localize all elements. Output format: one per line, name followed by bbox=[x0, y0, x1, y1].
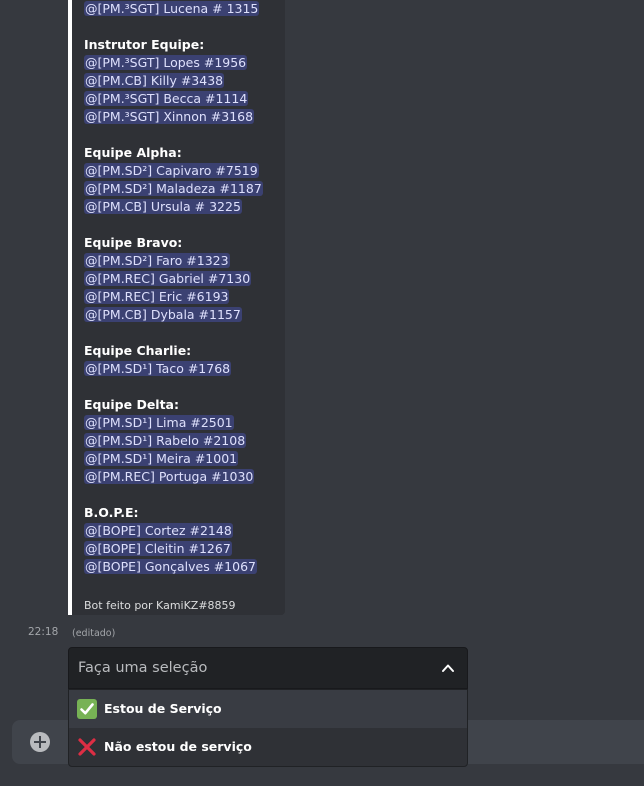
select-menu[interactable]: Faça uma seleção bbox=[68, 647, 468, 689]
embed-card: @[PM.³SGT] Lucena # 1315 Instrutor Equip… bbox=[68, 0, 285, 615]
member-line: @[PM.SD²] Capivaro #7519 bbox=[84, 162, 279, 180]
member-line: @[PM.³SGT] Lucena # 1315 bbox=[84, 0, 279, 18]
select-dropdown: Estou de Serviço Não estou de serviço bbox=[68, 689, 468, 767]
member-line: @[PM.CB] Dybala #1157 bbox=[84, 306, 279, 324]
option-label: Não estou de serviço bbox=[104, 739, 252, 754]
member-line: @[BOPE] Gonçalves #1067 bbox=[84, 558, 279, 576]
member-line: @[PM.SD¹] Rabelo #2108 bbox=[84, 432, 279, 450]
option-off-duty[interactable]: Não estou de serviço bbox=[69, 728, 467, 766]
member-line: @[BOPE] Cleitin #1267 bbox=[84, 540, 279, 558]
section-title: B.O.P.E: bbox=[84, 505, 139, 520]
user-mention[interactable]: @[BOPE] Cleitin #1267 bbox=[84, 541, 232, 556]
user-mention[interactable]: @[PM.SD²] Capivaro #7519 bbox=[84, 163, 259, 178]
member-line: @[PM.REC] Gabriel #7130 bbox=[84, 270, 279, 288]
member-line: @[PM.³SGT] Xinnon #3168 bbox=[84, 108, 279, 126]
user-mention[interactable]: @[PM.SD²] Faro #1323 bbox=[84, 253, 230, 268]
cross-mark-icon bbox=[78, 738, 96, 756]
embed-footer: Bot feito por KamiKZ#8859 bbox=[84, 599, 236, 612]
section-title: Equipe Delta: bbox=[84, 397, 179, 412]
check-mark-icon bbox=[77, 699, 97, 719]
member-line: @[PM.SD¹] Lima #2501 bbox=[84, 414, 279, 432]
option-on-duty[interactable]: Estou de Serviço bbox=[69, 690, 467, 728]
user-mention[interactable]: @[PM.³SGT] Lucena # 1315 bbox=[84, 1, 260, 16]
member-line: @[PM.SD¹] Meira #1001 bbox=[84, 450, 279, 468]
member-line: @[BOPE] Cortez #2148 bbox=[84, 522, 279, 540]
option-label: Estou de Serviço bbox=[104, 701, 222, 716]
member-line: @[PM.³SGT] Lopes #1956 bbox=[84, 54, 279, 72]
user-mention[interactable]: @[PM.³SGT] Becca #1114 bbox=[84, 91, 249, 106]
member-line: @[PM.CB] Ursula # 3225 bbox=[84, 198, 279, 216]
user-mention[interactable]: @[BOPE] Gonçalves #1067 bbox=[84, 559, 257, 574]
select-placeholder: Faça uma seleção bbox=[78, 660, 208, 676]
user-mention[interactable]: @[PM.CB] Killy #3438 bbox=[84, 73, 225, 88]
user-mention[interactable]: @[PM.REC] Portuga #1030 bbox=[84, 469, 255, 484]
member-line: @[PM.REC] Portuga #1030 bbox=[84, 468, 279, 486]
member-line: @[PM.SD²] Maladeza #1187 bbox=[84, 180, 279, 198]
user-mention[interactable]: @[PM.SD¹] Taco #1768 bbox=[84, 361, 232, 376]
section-title: Instrutor Equipe: bbox=[84, 37, 205, 52]
user-mention[interactable]: @[PM.³SGT] Xinnon #3168 bbox=[84, 109, 255, 124]
edited-label: (editado) bbox=[72, 628, 116, 639]
embed-body: @[PM.³SGT] Lucena # 1315 Instrutor Equip… bbox=[84, 0, 279, 614]
section-title: Equipe Alpha: bbox=[84, 145, 182, 160]
user-mention[interactable]: @[PM.REC] Gabriel #7130 bbox=[84, 271, 252, 286]
member-line: @[PM.SD¹] Taco #1768 bbox=[84, 360, 279, 378]
user-mention[interactable]: @[PM.SD²] Maladeza #1187 bbox=[84, 181, 263, 196]
section-title: Equipe Bravo: bbox=[84, 235, 183, 250]
user-mention[interactable]: @[PM.CB] Dybala #1157 bbox=[84, 307, 242, 322]
user-mention[interactable]: @[PM.SD¹] Meira #1001 bbox=[84, 451, 239, 466]
member-line: @[PM.REC] Eric #6193 bbox=[84, 288, 279, 306]
plus-icon[interactable] bbox=[30, 732, 50, 752]
member-line: @[PM.³SGT] Becca #1114 bbox=[84, 90, 279, 108]
message-timestamp: 22:18 bbox=[28, 626, 59, 638]
user-mention[interactable]: @[PM.SD¹] Rabelo #2108 bbox=[84, 433, 247, 448]
user-mention[interactable]: @[PM.REC] Eric #6193 bbox=[84, 289, 230, 304]
user-mention[interactable]: @[PM.SD¹] Lima #2501 bbox=[84, 415, 234, 430]
user-mention[interactable]: @[BOPE] Cortez #2148 bbox=[84, 523, 233, 538]
user-mention[interactable]: @[PM.³SGT] Lopes #1956 bbox=[84, 55, 248, 70]
member-line: @[PM.SD²] Faro #1323 bbox=[84, 252, 279, 270]
member-line: @[PM.CB] Killy #3438 bbox=[84, 72, 279, 90]
section-title: Equipe Charlie: bbox=[84, 343, 192, 358]
chevron-up-icon bbox=[442, 664, 454, 672]
user-mention[interactable]: @[PM.CB] Ursula # 3225 bbox=[84, 199, 242, 214]
